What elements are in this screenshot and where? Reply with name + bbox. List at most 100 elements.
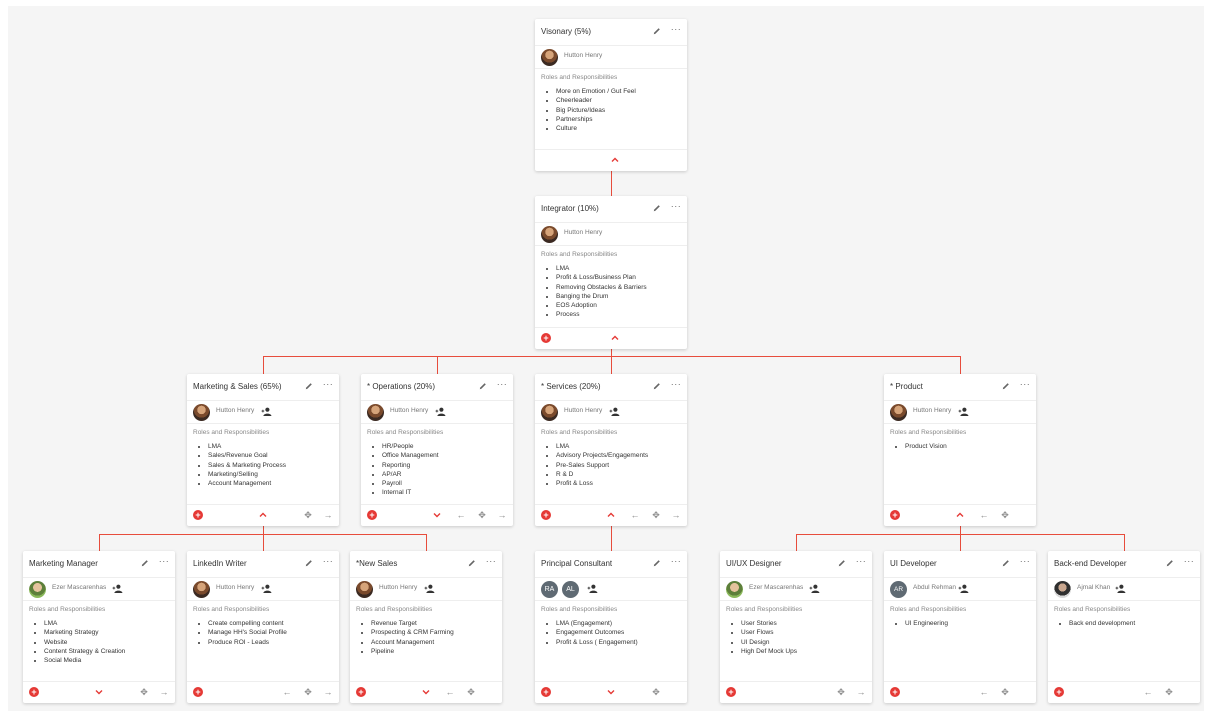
more-options-icon[interactable]: ··· (1183, 557, 1195, 567)
more-options-icon[interactable]: ··· (485, 557, 497, 567)
seat-title: LinkedIn Writer (193, 559, 247, 568)
more-options-icon[interactable]: ··· (670, 202, 682, 212)
more-options-icon[interactable]: ··· (670, 25, 682, 35)
avatar[interactable]: RA (541, 581, 558, 598)
more-options-icon[interactable]: ··· (158, 557, 170, 567)
edit-pencil-icon[interactable] (1001, 381, 1011, 391)
arrow-left-icon[interactable]: ← (456, 509, 466, 521)
more-options-icon[interactable]: ··· (855, 557, 867, 567)
connector-line (263, 356, 264, 374)
edit-pencil-icon[interactable] (652, 203, 662, 213)
add-seat-button[interactable]: + (29, 687, 39, 697)
assign-person-icon[interactable] (809, 584, 820, 593)
assign-person-icon[interactable] (261, 407, 272, 416)
edit-pencil-icon[interactable] (478, 381, 488, 391)
arrow-right-icon[interactable]: → (159, 686, 169, 698)
collapse-chevron-up-icon[interactable] (954, 509, 966, 521)
move-icon[interactable]: ✥ (466, 686, 476, 698)
roles-list: More on Emotion / Gut FeelCheerleaderBig… (550, 87, 636, 133)
add-seat-button[interactable]: + (193, 687, 203, 697)
arrow-left-icon[interactable]: ← (1143, 686, 1153, 698)
assign-person-icon[interactable] (424, 584, 435, 593)
edit-pencil-icon[interactable] (140, 558, 150, 568)
edit-pencil-icon[interactable] (652, 26, 662, 36)
assign-person-icon[interactable] (112, 584, 123, 593)
arrow-right-icon[interactable]: → (323, 686, 333, 698)
more-options-icon[interactable]: ··· (496, 380, 508, 390)
arrow-left-icon[interactable]: ← (979, 686, 989, 698)
arrow-left-icon[interactable]: ← (979, 509, 989, 521)
assign-person-icon[interactable] (958, 584, 969, 593)
assign-person-icon[interactable] (1115, 584, 1126, 593)
role-item: Create compelling content (208, 619, 287, 628)
connector-line (99, 534, 100, 551)
add-seat-button[interactable]: + (541, 510, 551, 520)
edit-pencil-icon[interactable] (652, 558, 662, 568)
move-icon[interactable]: ✥ (1000, 686, 1010, 698)
assign-person-icon[interactable] (958, 407, 969, 416)
collapse-chevron-up-icon[interactable] (609, 332, 621, 344)
add-seat-button[interactable]: + (1054, 687, 1064, 697)
card-footer: + ← ✥ (1048, 681, 1200, 703)
assign-person-icon[interactable] (587, 584, 598, 593)
edit-pencil-icon[interactable] (837, 558, 847, 568)
move-icon[interactable]: ✥ (1164, 686, 1174, 698)
avatar[interactable]: AL (562, 581, 579, 598)
roles-title: Roles and Responsibilities (541, 429, 618, 436)
roles-list: LMA (Engagement)Engagement OutcomesProfi… (550, 619, 638, 647)
more-options-icon[interactable]: ··· (670, 380, 682, 390)
add-seat-button[interactable]: + (356, 687, 366, 697)
add-seat-button[interactable]: + (890, 510, 900, 520)
role-item: Removing Obstacles & Barriers (556, 283, 647, 292)
roles-list: User StoriesUser FlowsUI DesignHigh Def … (735, 619, 797, 656)
assign-person-icon[interactable] (261, 584, 272, 593)
edit-pencil-icon[interactable] (304, 558, 314, 568)
move-icon[interactable]: ✥ (303, 509, 313, 521)
add-seat-button[interactable]: + (367, 510, 377, 520)
collapse-chevron-up-icon[interactable] (257, 509, 269, 521)
role-item: UI Engineering (905, 619, 948, 628)
more-options-icon[interactable]: ··· (1019, 380, 1031, 390)
expand-chevron-down-icon[interactable] (93, 686, 105, 698)
expand-chevron-down-icon[interactable] (605, 686, 617, 698)
add-seat-button[interactable]: + (541, 687, 551, 697)
avatar (29, 581, 46, 598)
arrow-right-icon[interactable]: → (497, 509, 507, 521)
roles-list: LMASales/Revenue GoalSales & Marketing P… (202, 442, 286, 488)
more-options-icon[interactable]: ··· (322, 557, 334, 567)
collapse-chevron-up-icon[interactable] (609, 154, 621, 166)
more-options-icon[interactable]: ··· (670, 557, 682, 567)
edit-pencil-icon[interactable] (652, 381, 662, 391)
arrow-right-icon[interactable]: → (856, 686, 866, 698)
edit-pencil-icon[interactable] (1165, 558, 1175, 568)
arrow-left-icon[interactable]: ← (630, 509, 640, 521)
move-icon[interactable]: ✥ (477, 509, 487, 521)
move-icon[interactable]: ✥ (139, 686, 149, 698)
edit-pencil-icon[interactable] (304, 381, 314, 391)
edit-pencil-icon[interactable] (1001, 558, 1011, 568)
edit-pencil-icon[interactable] (467, 558, 477, 568)
expand-chevron-down-icon[interactable] (431, 509, 443, 521)
move-icon[interactable]: ✥ (651, 509, 661, 521)
arrow-right-icon[interactable]: → (671, 509, 681, 521)
move-icon[interactable]: ✥ (836, 686, 846, 698)
add-seat-button[interactable]: + (726, 687, 736, 697)
add-seat-button[interactable]: + (541, 333, 551, 343)
arrow-left-icon[interactable]: ← (445, 686, 455, 698)
more-options-icon[interactable]: ··· (322, 380, 334, 390)
move-icon[interactable]: ✥ (303, 686, 313, 698)
seat-owner: Ezer Mascarenhas (23, 578, 175, 601)
more-options-icon[interactable]: ··· (1019, 557, 1031, 567)
collapse-chevron-up-icon[interactable] (605, 509, 617, 521)
assign-person-icon[interactable] (435, 407, 446, 416)
move-icon[interactable]: ✥ (651, 686, 661, 698)
move-icon[interactable]: ✥ (1000, 509, 1010, 521)
add-seat-button[interactable]: + (890, 687, 900, 697)
arrow-right-icon[interactable]: → (323, 509, 333, 521)
add-seat-button[interactable]: + (193, 510, 203, 520)
expand-chevron-down-icon[interactable] (420, 686, 432, 698)
role-item: Product Vision (905, 442, 947, 451)
assign-person-icon[interactable] (609, 407, 620, 416)
owner-name: Hutton Henry (564, 407, 603, 414)
arrow-left-icon[interactable]: ← (282, 686, 292, 698)
